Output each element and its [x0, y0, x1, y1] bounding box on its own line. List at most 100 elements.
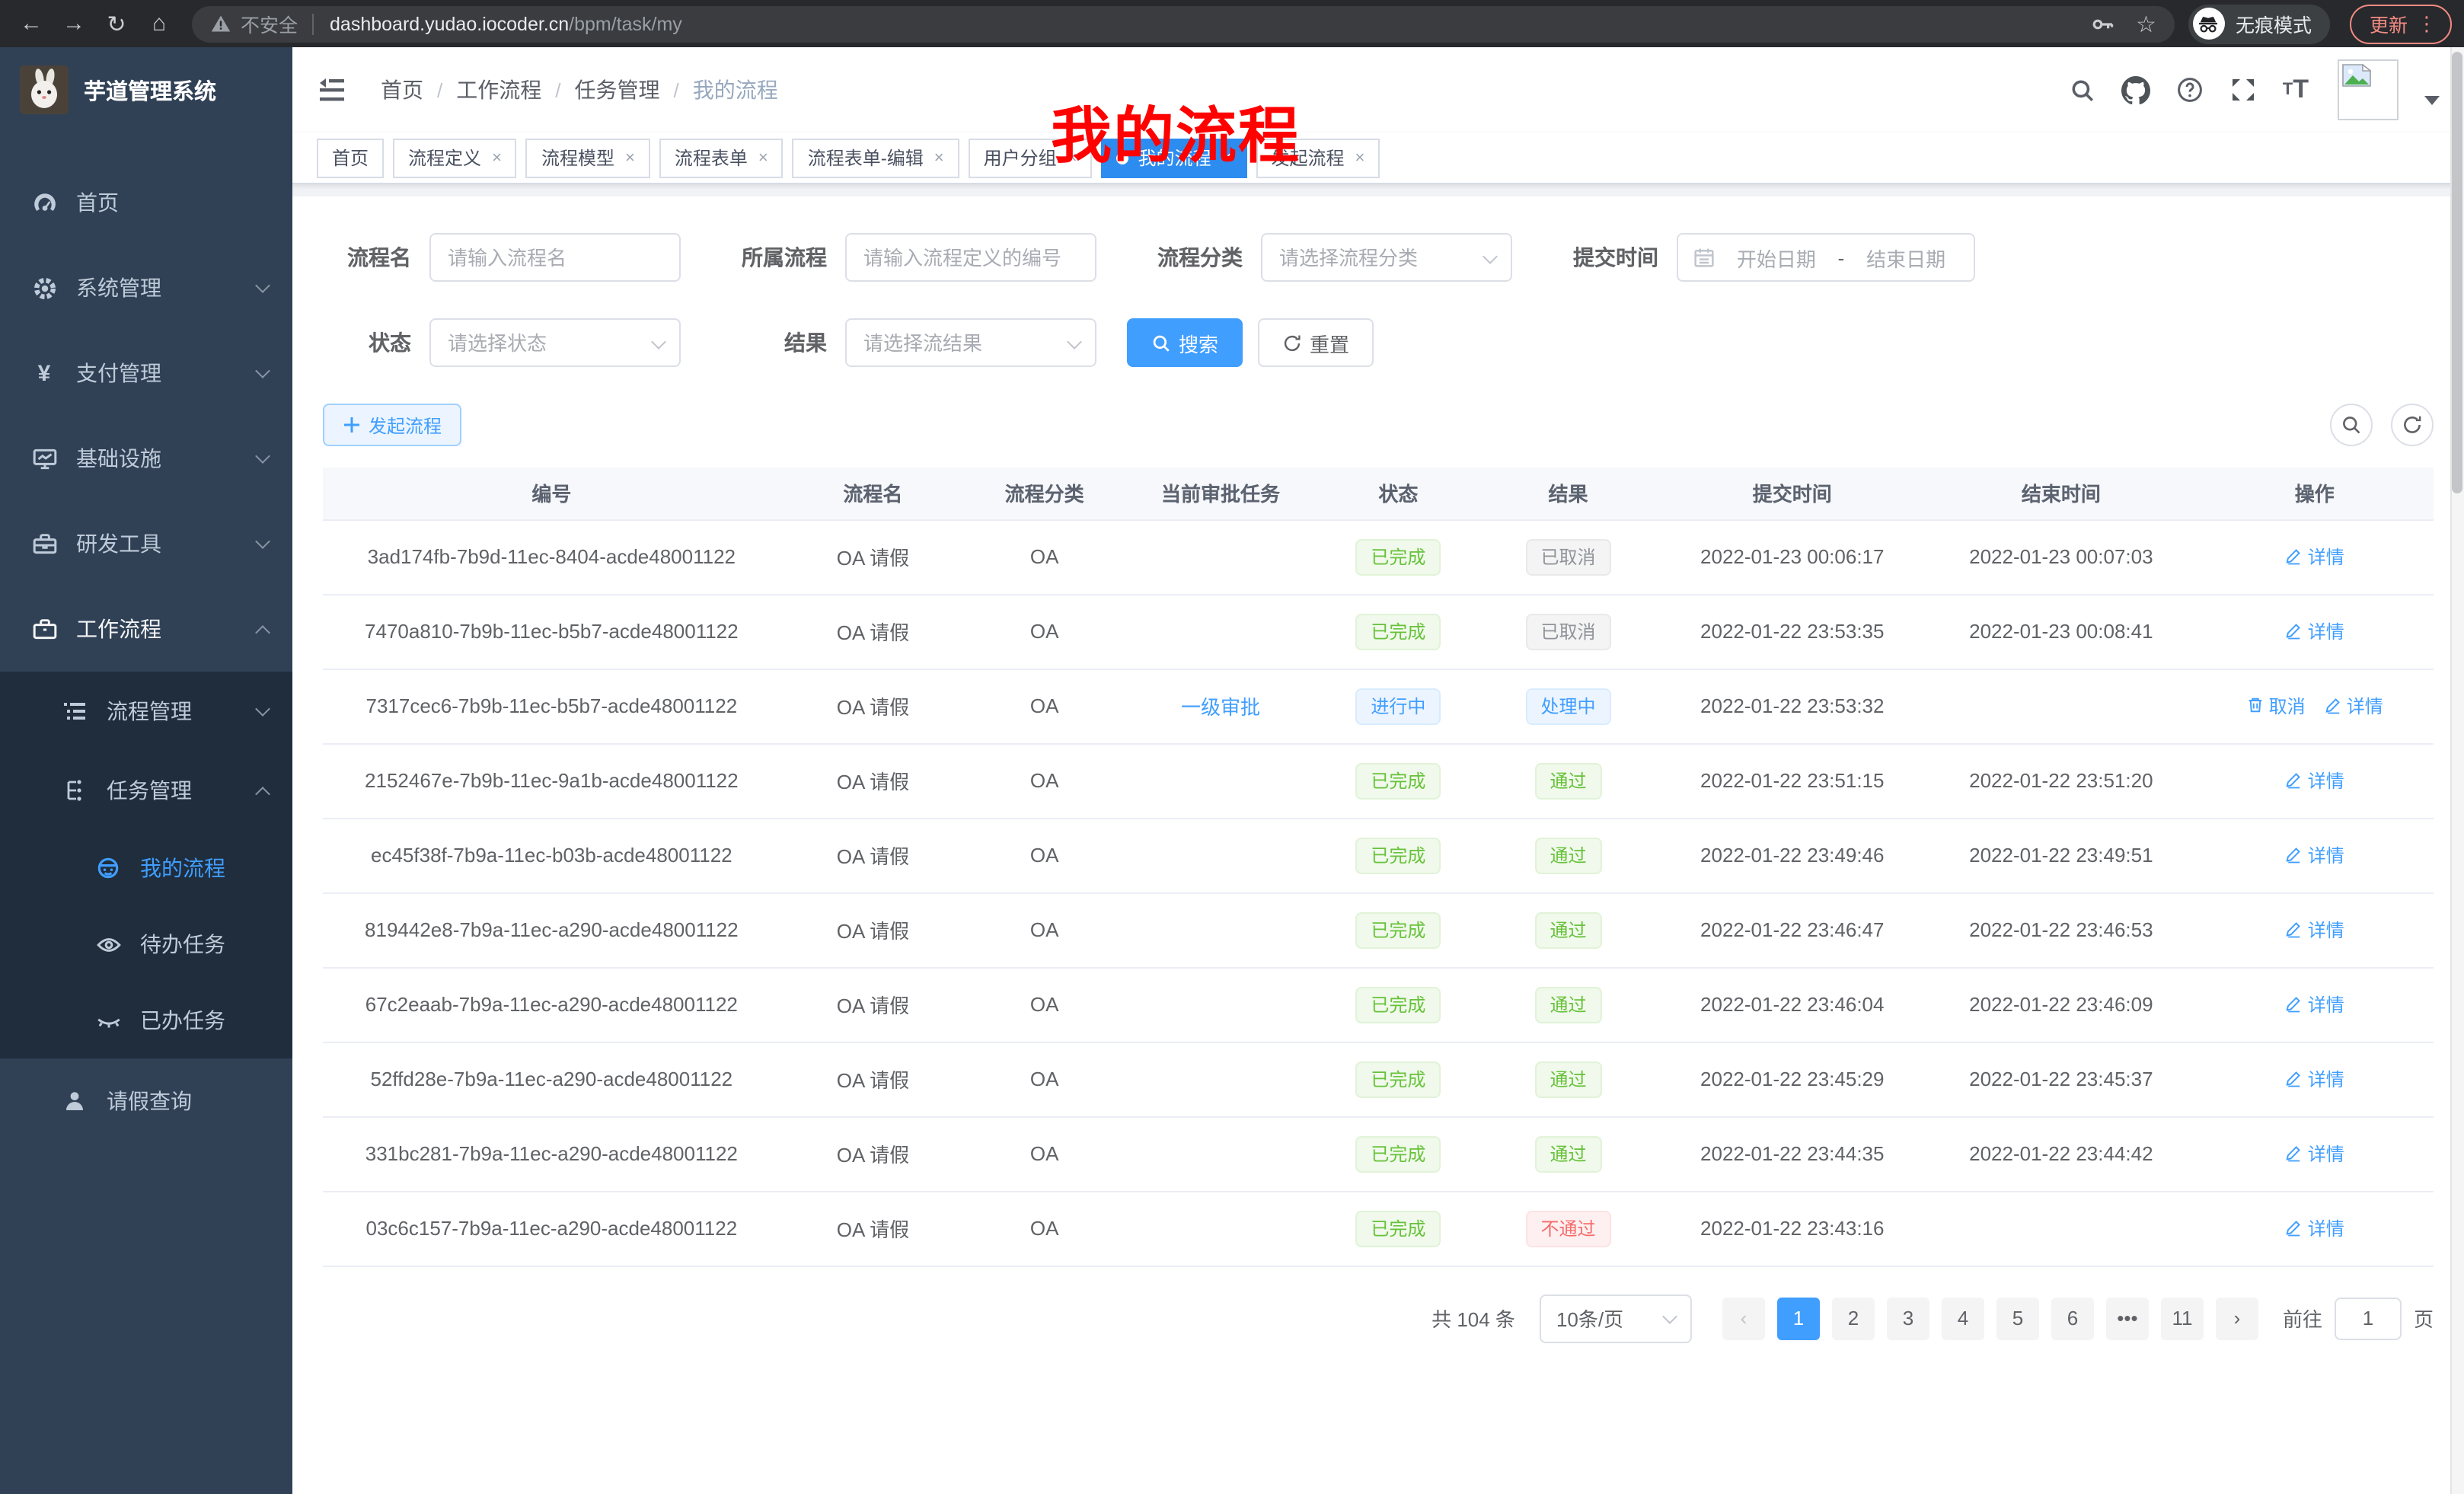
scrollbar-thumb[interactable] [2452, 52, 2462, 493]
scrollbar[interactable] [2450, 47, 2464, 1494]
cell-actions: 详情 [2195, 892, 2434, 967]
sidebar-item-infra[interactable]: 基础设施 [0, 416, 292, 501]
edit-pen-icon [2285, 995, 2303, 1014]
detail-link[interactable]: 详情 [2285, 544, 2344, 570]
status-badge: 已完成 [1355, 538, 1441, 575]
chevron-down-icon [255, 448, 270, 463]
font-size-icon[interactable]: TT [2283, 75, 2309, 105]
detail-link[interactable]: 详情 [2285, 1215, 2344, 1241]
cell-submit-time: 2022-01-22 23:46:47 [1658, 892, 1926, 967]
avatar[interactable] [2338, 59, 2399, 120]
tab-close-icon[interactable]: × [934, 148, 944, 167]
tab-close-icon[interactable]: × [758, 148, 768, 167]
cancel-link[interactable]: 取消 [2246, 693, 2306, 719]
cell-id: 331bc281-7b9a-11ec-a290-acde48001122 [323, 1116, 780, 1191]
help-icon[interactable] [2176, 76, 2204, 104]
incognito-badge: 无痕模式 [2188, 4, 2330, 43]
page-button-1[interactable]: 1 [1777, 1297, 1820, 1339]
detail-link[interactable]: 详情 [2285, 1066, 2344, 1092]
create-process-button[interactable]: 发起流程 [323, 404, 461, 446]
detail-link[interactable]: 详情 [2285, 991, 2344, 1017]
detail-link[interactable]: 详情 [2285, 618, 2344, 644]
pages-ellipsis[interactable]: ••• [2106, 1297, 2149, 1339]
page-button-4[interactable]: 4 [1942, 1297, 1984, 1339]
avatar-dropdown-icon[interactable] [2424, 96, 2440, 105]
show-search-button[interactable] [2330, 404, 2373, 446]
result-select[interactable] [845, 318, 1096, 367]
tab-2[interactable]: 流程定义 × [393, 138, 517, 177]
filter-row-1: 流程名 所属流程 流程分类 [323, 233, 2434, 282]
sidebar-item-leave-query[interactable]: 请假查询 [0, 1058, 292, 1144]
page-button-5[interactable]: 5 [1996, 1297, 2039, 1339]
category-select[interactable] [1261, 233, 1512, 282]
back-icon[interactable]: ← [12, 5, 50, 43]
detail-link[interactable]: 详情 [2324, 693, 2383, 719]
detail-link[interactable]: 详情 [2285, 768, 2344, 793]
detail-link[interactable]: 详情 [2285, 842, 2344, 868]
home-icon[interactable]: ⌂ [140, 5, 178, 43]
sidebar-item-workflow[interactable]: 工作流程 [0, 586, 292, 672]
fullscreen-icon[interactable] [2229, 76, 2257, 104]
prev-page-button[interactable]: ‹ [1722, 1297, 1765, 1339]
process-def-input[interactable] [845, 233, 1096, 282]
detail-link[interactable]: 详情 [2285, 1141, 2344, 1167]
reset-button[interactable]: 重置 [1258, 318, 1374, 367]
next-page-button[interactable]: › [2216, 1297, 2258, 1339]
tab-3[interactable]: 流程模型 × [526, 138, 650, 177]
breadcrumb-task-mgmt[interactable]: 任务管理 [575, 78, 660, 102]
incognito-label: 无痕模式 [2236, 9, 2312, 38]
page-button-11[interactable]: 11 [2161, 1297, 2204, 1339]
tab-close-icon[interactable]: × [492, 148, 502, 167]
cell-actions: 详情 [2195, 1191, 2434, 1266]
breadcrumb-home[interactable]: 首页 [381, 78, 423, 102]
forward-icon[interactable]: → [55, 5, 93, 43]
tab-close-icon[interactable]: × [1355, 148, 1364, 167]
cell-actions: 详情 [2195, 1116, 2434, 1191]
chevron-down-icon [1662, 1308, 1677, 1323]
sidebar-toggle-icon[interactable] [317, 75, 347, 105]
status-badge: 已完成 [1355, 1210, 1441, 1247]
cell-result: 通过 [1479, 1116, 1658, 1191]
page-button-6[interactable]: 6 [2051, 1297, 2094, 1339]
cell-id: 67c2eaab-7b9a-11ec-a290-acde48001122 [323, 967, 780, 1042]
tab-4[interactable]: 流程表单 × [659, 138, 784, 177]
process-name-input[interactable] [429, 233, 681, 282]
sidebar-item-system[interactable]: 系统管理 [0, 245, 292, 330]
status-select[interactable] [429, 318, 681, 367]
reload-icon[interactable]: ↻ [97, 5, 136, 43]
current-task-link[interactable]: 一级审批 [1181, 696, 1260, 719]
goto-page-input[interactable] [2335, 1297, 2402, 1339]
tab-close-icon[interactable]: × [625, 148, 635, 167]
submit-time-range-picker[interactable]: 开始日期 - 结束日期 [1677, 233, 1975, 282]
browser-menu-icon[interactable]: ⋮ [2417, 11, 2437, 36]
password-key-icon[interactable] [2090, 11, 2115, 36]
robot-icon [94, 854, 122, 882]
detail-link[interactable]: 详情 [2285, 917, 2344, 943]
tab-1[interactable]: 首页 [317, 138, 384, 177]
sidebar-item-my-process[interactable]: 我的流程 [0, 830, 292, 906]
edit-pen-icon [2324, 697, 2342, 715]
sidebar-item-task-mgmt[interactable]: 任务管理 [0, 751, 292, 830]
cell-result: 通过 [1479, 967, 1658, 1042]
sidebar-item-process-mgmt[interactable]: 流程管理 [0, 672, 292, 751]
sidebar-item-todo-tasks[interactable]: 待办任务 [0, 906, 292, 982]
cell-end-time: 2022-01-22 23:45:37 [1926, 1042, 2195, 1116]
page-size-select[interactable]: 10条/页 [1540, 1294, 1692, 1342]
tab-5[interactable]: 流程表单-编辑 × [793, 138, 959, 177]
refresh-table-button[interactable] [2391, 404, 2434, 446]
sidebar-item-done-tasks[interactable]: 已办任务 [0, 982, 292, 1058]
sidebar-item-home[interactable]: 首页 [0, 160, 292, 245]
bookmark-star-icon[interactable]: ☆ [2136, 10, 2156, 37]
github-icon[interactable] [2121, 75, 2150, 104]
sidebar-item-payment[interactable]: ¥ 支付管理 [0, 330, 292, 416]
page-button-2[interactable]: 2 [1832, 1297, 1875, 1339]
browser-update-button[interactable]: 更新 ⋮ [2350, 4, 2452, 43]
search-button[interactable]: 搜索 [1127, 318, 1243, 367]
cell-status: 已完成 [1318, 967, 1479, 1042]
page-button-3[interactable]: 3 [1887, 1297, 1929, 1339]
sidebar-item-devtools[interactable]: 研发工具 [0, 501, 292, 586]
cell-name: OA 请假 [780, 818, 966, 892]
address-bar[interactable]: 不安全 dashboard.yudao.iocoder.cn/bpm/task/… [192, 5, 2175, 42]
breadcrumb-workflow[interactable]: 工作流程 [456, 78, 541, 102]
search-icon[interactable] [2070, 77, 2095, 103]
